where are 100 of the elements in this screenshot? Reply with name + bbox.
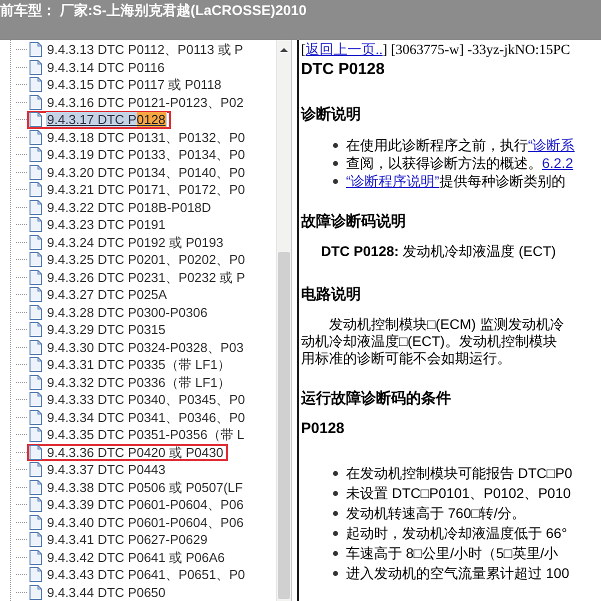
scrollbar[interactable]: [276, 40, 291, 601]
bullet-icon: [333, 142, 338, 148]
page-icon: [29, 392, 42, 408]
page-icon: [29, 252, 42, 268]
bullet-icon: [333, 160, 338, 166]
tree-item[interactable]: 9.4.3.24 DTC P0192 或 P0193: [46, 234, 224, 250]
tree-item[interactable]: 9.4.3.36 DTC P0420 或 P0430: [46, 444, 224, 460]
section-subheading: P0128: [301, 420, 346, 437]
tree-item[interactable]: 9.4.3.26 DTC P0231、P0232 或 P: [46, 270, 246, 285]
tree-item[interactable]: 9.4.3.44 DTC P0650: [46, 584, 167, 600]
page-icon: [29, 514, 42, 530]
tree-item[interactable]: 9.4.3.39 DTC P0601-P0604、P06: [46, 497, 245, 512]
page-icon: [29, 42, 42, 58]
tree-item[interactable]: 9.4.3.17 DTC P0128: [46, 112, 167, 128]
bullet-icon: [333, 490, 338, 496]
tree-item[interactable]: 9.4.3.29 DTC P0315: [46, 322, 167, 338]
page-icon: [29, 94, 42, 110]
page-icon: [29, 287, 42, 302]
bracket-text: [: [301, 43, 306, 58]
tree-item[interactable]: 9.4.3.28 DTC P0300-P0306: [46, 304, 208, 320]
tree-item[interactable]: 9.4.3.35 DTC P0351-P0356（带 L: [46, 427, 246, 442]
page-icon: [29, 112, 42, 128]
page-icon: [29, 410, 42, 425]
bullet-icon: [333, 530, 338, 536]
page-icon: [29, 130, 42, 145]
page-icon: [29, 60, 42, 75]
window-title: 前车型： 厂家:S-上海别克君越(LaCROSSE)2010: [0, 2, 306, 20]
page-icon: [29, 270, 42, 285]
tree-item[interactable]: 9.4.3.14 DTC P0116: [46, 60, 166, 75]
bullet-text: 发动机转速高于 760□转/分。: [346, 505, 526, 521]
page-icon: [29, 340, 42, 355]
section-heading: 电路说明: [301, 285, 362, 304]
tree-item[interactable]: 9.4.3.41 DTC P0627-P0629: [46, 532, 208, 548]
bullet-text: 提供每种诊断类别的: [439, 173, 566, 189]
bullet-icon: [333, 178, 338, 184]
section-heading: 运行故障诊断码的条件: [301, 389, 452, 408]
page-icon: [29, 480, 42, 495]
tree-item[interactable]: 9.4.3.32 DTC P0336（带 LF1）: [46, 374, 232, 390]
tree-item[interactable]: 9.4.3.30 DTC P0324-P0328、P03: [46, 340, 245, 355]
page-icon: [29, 374, 42, 390]
bullet-text: 进入发动机的空气流量累计超过 100: [346, 565, 570, 581]
scrollbar-thumb[interactable]: [278, 252, 290, 599]
tree-item[interactable]: 9.4.3.31 DTC P0335（带 LF1）: [46, 357, 232, 372]
tree-item[interactable]: 9.4.3.16 DTC P0121-P0123、P02: [46, 94, 245, 110]
page-icon: [29, 77, 42, 92]
tree-item[interactable]: 9.4.3.42 DTC P0641 或 P06A6: [46, 550, 226, 565]
page-icon: [29, 182, 42, 198]
tree-item[interactable]: 9.4.3.40 DTC P0601-P0604、P06: [46, 514, 245, 530]
page-icon: [29, 234, 42, 250]
tree-item[interactable]: 9.4.3.22 DTC P018B-P018D: [46, 200, 212, 215]
bullet-text: 在发动机控制模块可能报告 DTC□P0: [346, 465, 572, 481]
tree-item[interactable]: 9.4.3.33 DTC P0340、P0345、P0: [46, 392, 246, 408]
tree-item[interactable]: 9.4.3.43 DTC P0641、P0651、P0: [46, 567, 246, 582]
page-icon: [29, 497, 42, 512]
tree-item[interactable]: 9.4.3.38 DTC P0506 或 P0507(LF: [46, 480, 244, 495]
link[interactable]: “诊断系: [528, 137, 575, 153]
section-heading: 诊断说明: [301, 105, 362, 124]
link[interactable]: “诊断程序说明”: [346, 173, 440, 189]
tree-item[interactable]: 9.4.3.18 DTC P0131、P0132、P0: [46, 130, 246, 145]
paragraph-line: 动机冷却液温度□(ECT)。发动机控制模块: [301, 333, 558, 350]
tree-item[interactable]: 9.4.3.37 DTC P0443: [46, 462, 167, 478]
bullet-text: 车速高于 8□公里/小时（5□英里/小: [346, 545, 558, 561]
tree-item[interactable]: 9.4.3.25 DTC P0201、P0202、P0: [46, 252, 246, 268]
page-icon: [29, 550, 42, 565]
tree-item[interactable]: 9.4.3.23 DTC P0191: [46, 217, 167, 232]
page-icon: [29, 200, 42, 215]
back-link[interactable]: 返回上一页..: [306, 43, 383, 58]
bullet-text: 在使用此诊断程序之前，执行: [346, 137, 528, 153]
tree-item[interactable]: 9.4.3.27 DTC P025A: [46, 287, 168, 302]
bullet-icon: [333, 570, 338, 576]
bullet-text: 未设置 DTC□P0101、P0102、P010: [346, 485, 571, 501]
tree-item[interactable]: 9.4.3.15 DTC P0117 或 P0118: [46, 77, 222, 92]
page-icon: [29, 304, 42, 320]
page-icon: [29, 217, 42, 232]
page-icon: [29, 532, 42, 548]
bullet-icon: [333, 550, 338, 556]
link[interactable]: 6.2.2: [542, 155, 574, 171]
bullet-text: 查阅，以获得诊断方法的概述。: [346, 155, 542, 171]
page-icon: [29, 567, 42, 582]
page-icon: [29, 462, 42, 478]
tree-item[interactable]: 9.4.3.21 DTC P0171、P0172、P0: [46, 182, 246, 198]
tree-item[interactable]: 9.4.3.13 DTC P0112、P0113 或 P: [46, 42, 244, 58]
tree-item[interactable]: 9.4.3.34 DTC P0341、P0346、P0: [46, 410, 246, 425]
section-heading: 故障诊断码说明: [301, 212, 407, 231]
page-icon: [29, 147, 42, 162]
bullet-icon: [333, 510, 338, 516]
definition-text: DTC P0128: 发动机冷却液温度 (ECT): [320, 243, 557, 261]
splitter[interactable]: [291, 40, 299, 601]
page-icon: [29, 322, 42, 338]
paragraph-line: 用标准的诊断可能不会如期运行。: [301, 350, 512, 367]
document-title: DTC P0128: [301, 61, 386, 79]
bullet-icon: [333, 470, 338, 476]
page-icon: [29, 444, 42, 460]
paragraph-line: 发动机控制模块□(ECM) 监测发动机冷: [328, 316, 565, 333]
page-icon: [29, 357, 42, 372]
page-icon: [29, 584, 42, 600]
page-icon: [29, 164, 42, 180]
tree-item[interactable]: 9.4.3.20 DTC P0134、P0140、P0: [46, 164, 246, 180]
page-icon: [29, 427, 42, 442]
tree-item[interactable]: 9.4.3.19 DTC P0133、P0134、P0: [46, 147, 246, 162]
